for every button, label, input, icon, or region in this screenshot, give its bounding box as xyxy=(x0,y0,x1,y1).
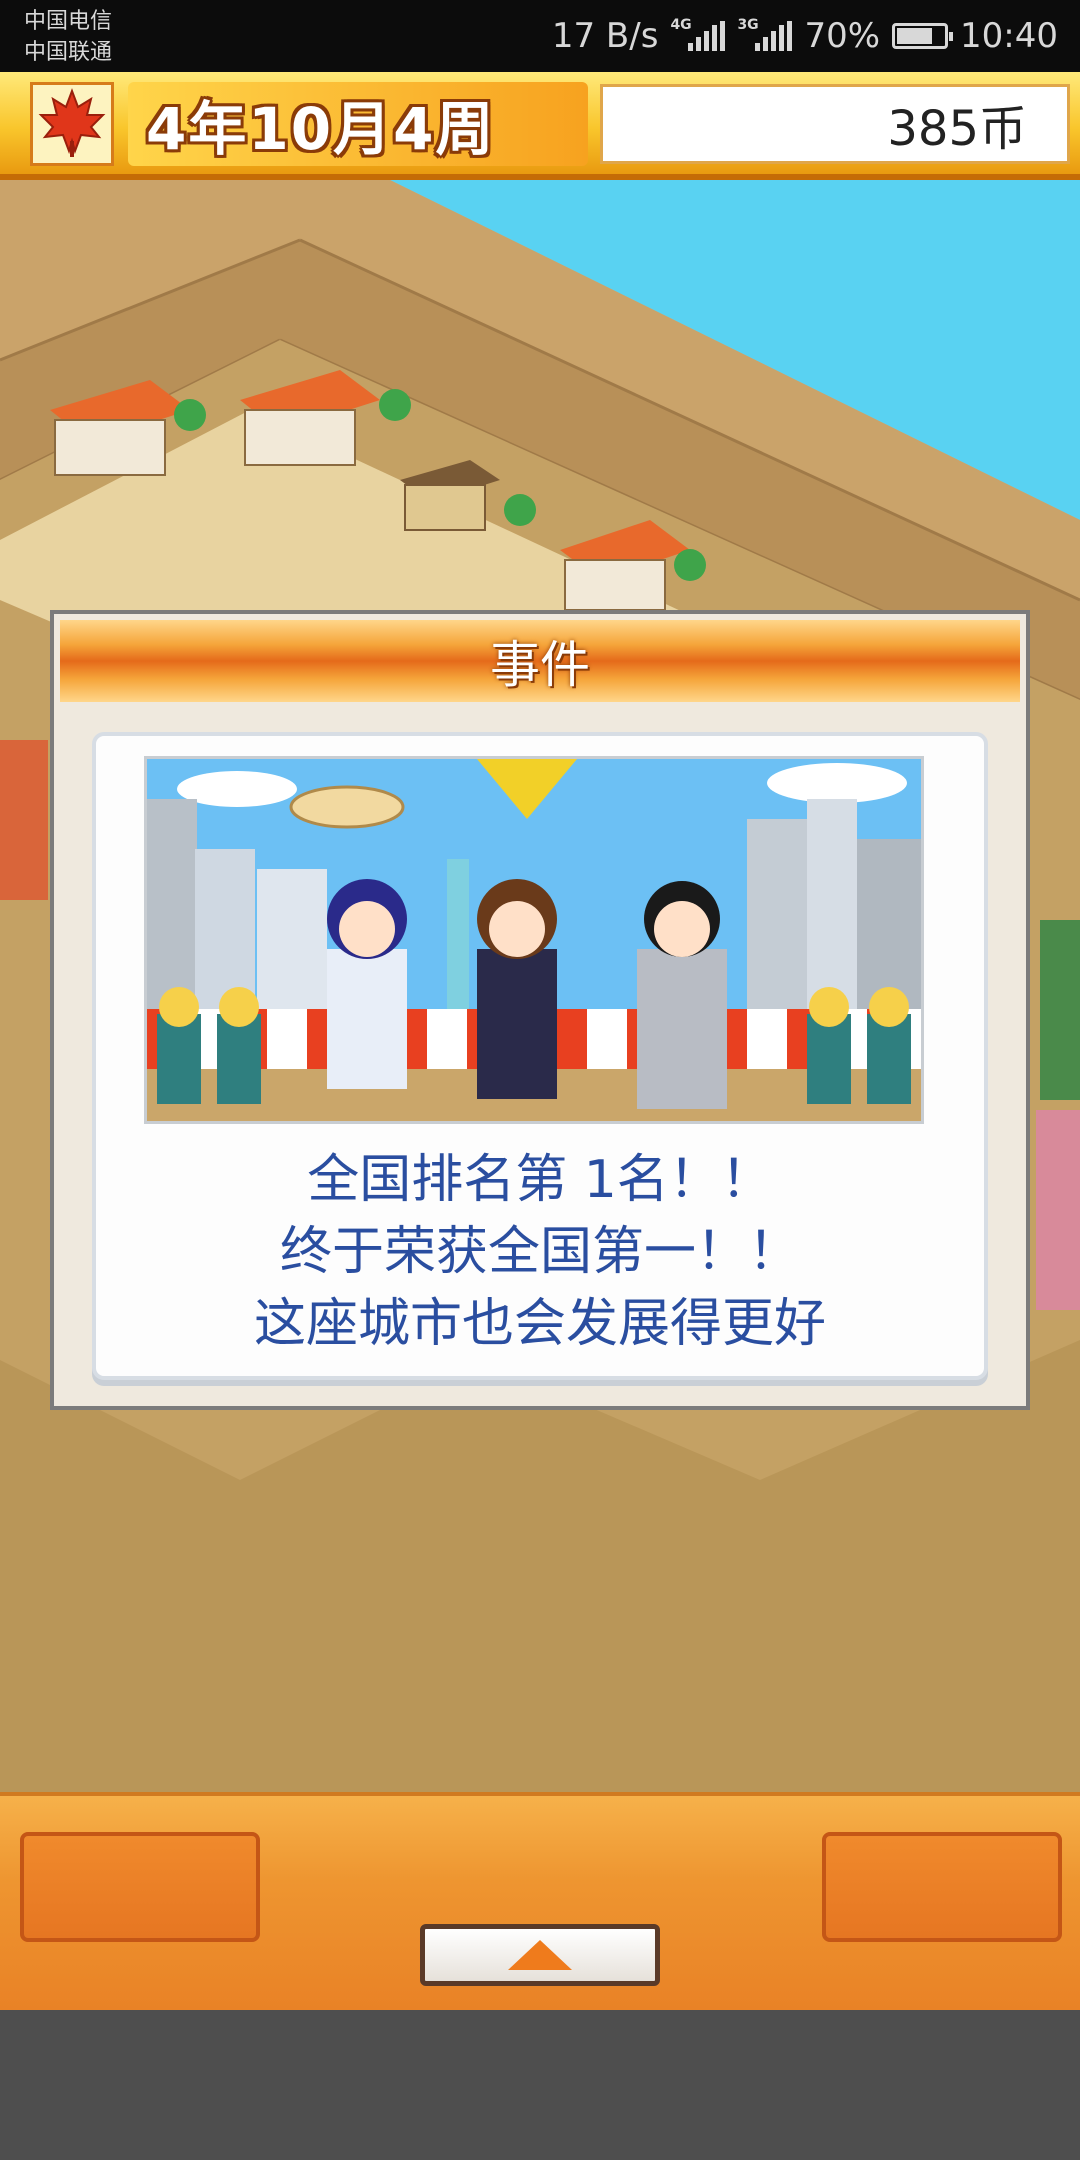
navigation-area xyxy=(0,2010,1080,2160)
up-arrow-icon xyxy=(508,1940,572,1970)
money-text: 385币 xyxy=(887,101,1027,157)
event-line-2: 终于荣获全国第一！！ xyxy=(279,1222,800,1282)
event-line-1: 全国排名第 1名！！ xyxy=(307,1150,773,1210)
left-menu-button[interactable] xyxy=(20,1832,260,1942)
status-bar: 中国电信 中国联通 17 B/s 4G 3G 70% 10:40 xyxy=(0,0,1080,72)
bottom-menu-panel xyxy=(0,1792,1080,2010)
event-illustration xyxy=(144,756,924,1124)
carrier-2: 中国联通 xyxy=(24,40,113,65)
battery-percent: 70% xyxy=(804,16,881,56)
signal-3g-tag: 3G xyxy=(737,17,759,33)
clock: 10:40 xyxy=(960,16,1058,56)
event-dialog[interactable]: 事件 全国排名第 1名！！ 终于荣获全国第一！！ 这座城市也会发展得更好 xyxy=(50,610,1030,1410)
dialog-header: 事件 xyxy=(60,620,1020,702)
game-date[interactable]: 4年10月4周 xyxy=(128,82,588,166)
carrier-1: 中国电信 xyxy=(24,9,113,34)
status-indicators: 17 B/s 4G 3G 70% 10:40 xyxy=(552,14,1058,58)
event-line-3: 这座城市也会发展得更好 xyxy=(253,1294,826,1354)
battery-charging-icon xyxy=(892,23,954,49)
signal-3g-icon: 3G xyxy=(737,17,793,51)
maple-leaf-icon[interactable] xyxy=(30,82,114,166)
money-display[interactable]: 385币 xyxy=(600,84,1070,164)
expand-menu-button[interactable] xyxy=(420,1924,660,1986)
carrier-info: 中国电信 中国联通 xyxy=(24,6,112,68)
dialog-title: 事件 xyxy=(490,636,590,694)
signal-4g-icon: 4G xyxy=(670,17,726,51)
date-text: 4年10月4周 xyxy=(146,95,496,163)
net-speed: 17 B/s xyxy=(551,16,659,56)
event-message: 全国排名第 1名！！ 终于荣获全国第一！！ 这座城市也会发展得更好 xyxy=(92,1144,988,1360)
signal-4g-tag: 4G xyxy=(670,17,692,33)
game-top-bar: 4年10月4周 385币 xyxy=(0,72,1080,180)
right-menu-button[interactable] xyxy=(822,1832,1062,1942)
